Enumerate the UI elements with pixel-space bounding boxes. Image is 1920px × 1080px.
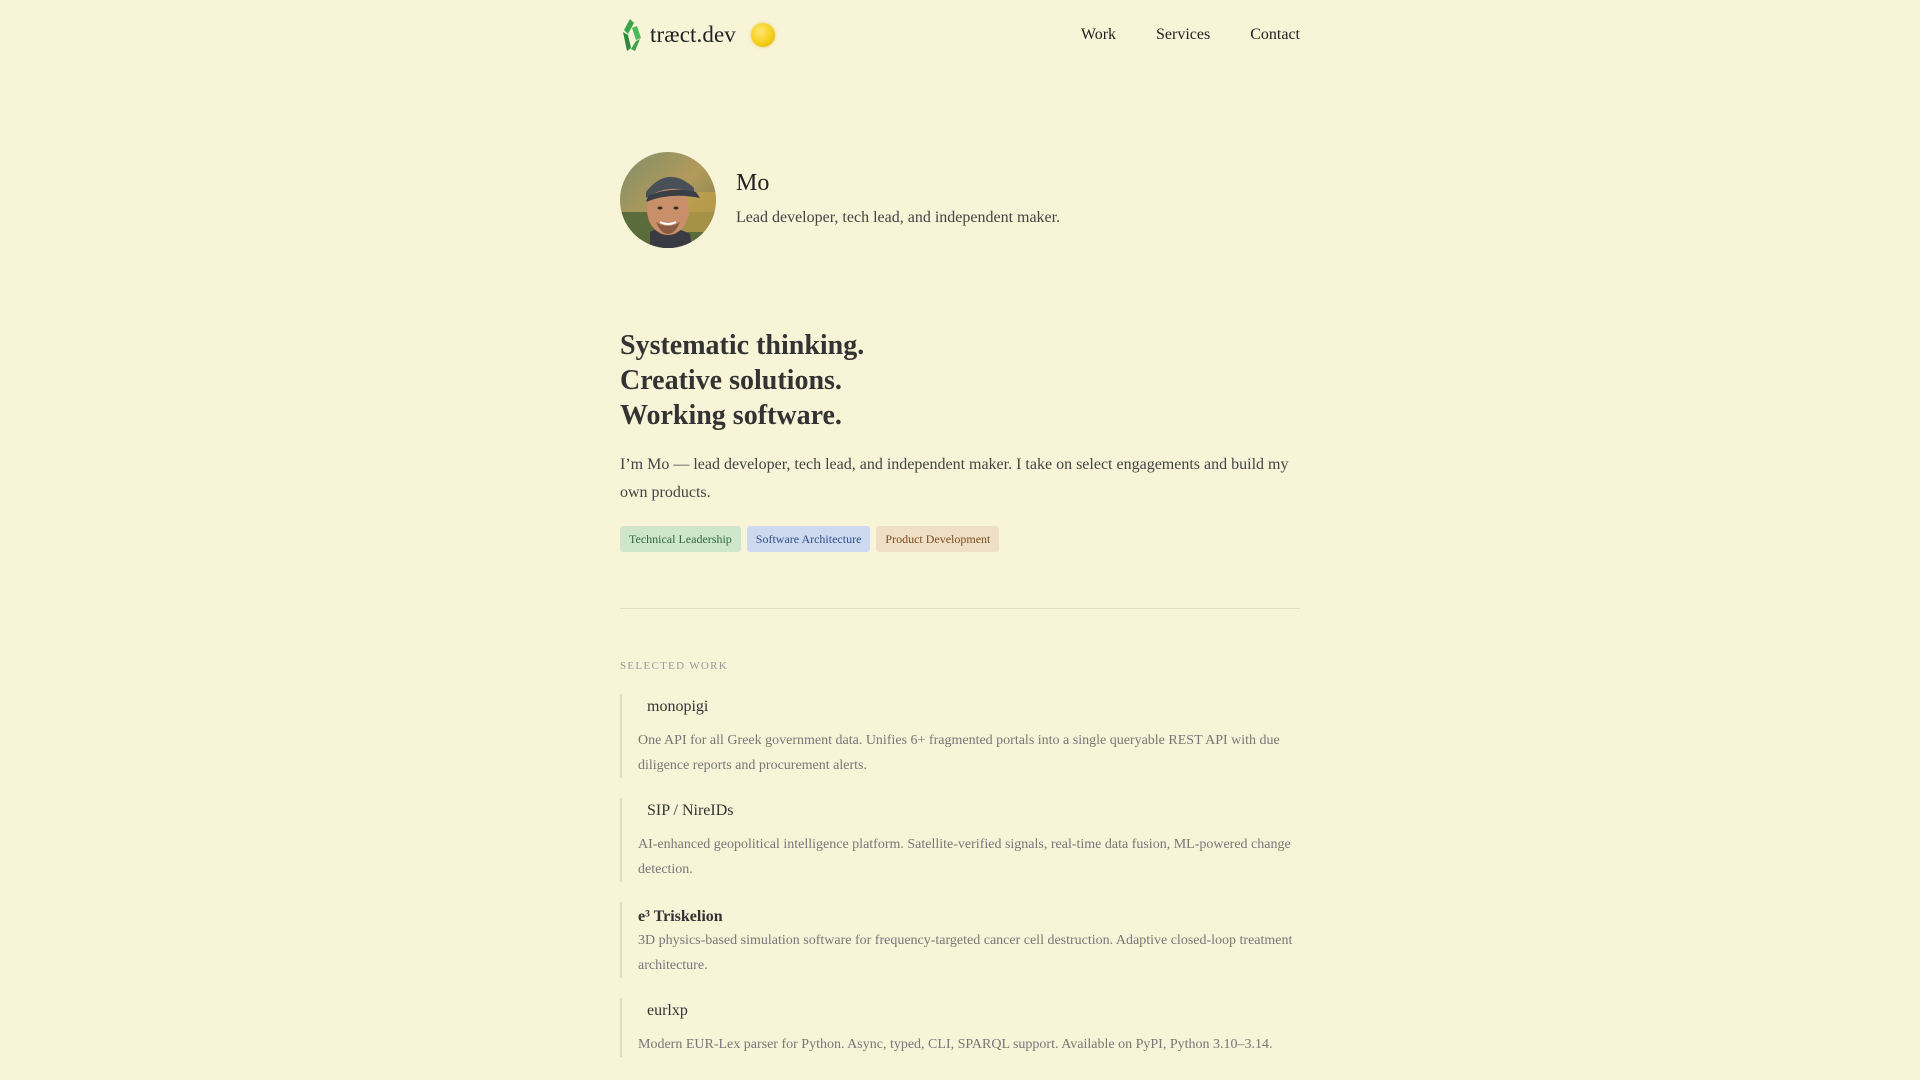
headline-line: Working software.: [620, 400, 842, 431]
avatar-photo: [620, 152, 716, 248]
tag-software-architecture: Software Architecture: [746, 526, 871, 552]
headline-line: Systematic thinking.: [620, 330, 865, 361]
profile-tagline: Lead developer, tech lead, and independe…: [736, 208, 1061, 226]
profile: Mo Lead developer, tech lead, and indepe…: [620, 152, 1300, 248]
work-title[interactable]: eurlxp: [638, 998, 1300, 1032]
work-item-sip-nireids[interactable]: SIP / NireIDs AI-enhanced geopolitical i…: [620, 798, 1300, 882]
theme-toggle-sun-icon[interactable]: [750, 23, 775, 47]
main-nav: Work Services Contact: [1041, 26, 1300, 44]
nav-contact[interactable]: Contact: [1250, 26, 1300, 44]
logo-icon: [623, 19, 641, 51]
site-header: træct.dev Work Services Contact: [620, 0, 1300, 71]
work-item-monopigi[interactable]: monopigi One API for all Greek governmen…: [620, 694, 1300, 778]
work-title[interactable]: SIP / NireIDs: [638, 798, 1300, 832]
headline-line: Creative solutions.: [620, 365, 842, 396]
brand-name: træct.dev: [650, 22, 736, 47]
brand-link[interactable]: træct.dev: [620, 18, 736, 52]
work-title[interactable]: monopigi: [638, 694, 1300, 728]
brand-group: træct.dev: [620, 18, 775, 52]
tag-technical-leadership: Technical Leadership: [620, 526, 741, 552]
work-title[interactable]: e³ Triskelion: [638, 902, 1300, 928]
skill-tags: Technical Leadership Software Architectu…: [620, 526, 1300, 552]
intro-text: I’m Mo — lead developer, tech lead, and …: [620, 456, 1289, 501]
divider: [620, 608, 1300, 609]
profile-name: Mo: [736, 169, 770, 196]
page: træct.dev Work Services Contact Mo Lead …: [620, 0, 1300, 1057]
tag-product-development: Product Development: [876, 526, 1000, 552]
nav-services[interactable]: Services: [1156, 26, 1210, 44]
work-item-triskelion[interactable]: e³ Triskelion 3D physics-based simulatio…: [620, 902, 1300, 978]
work-description: Modern EUR-Lex parser for Python. Async,…: [638, 1037, 1273, 1052]
work-description: AI-enhanced geopolitical intelligence pl…: [638, 837, 1291, 877]
work-description: One API for all Greek government data. U…: [638, 733, 1280, 773]
nav-work[interactable]: Work: [1081, 26, 1116, 44]
work-list: monopigi One API for all Greek governmen…: [620, 694, 1300, 1057]
work-description: 3D physics-based simulation software for…: [638, 933, 1293, 973]
avatar: [620, 152, 716, 248]
work-item-eurlxp[interactable]: eurlxp Modern EUR-Lex parser for Python.…: [620, 998, 1300, 1057]
profile-text: Mo Lead developer, tech lead, and indepe…: [736, 170, 1061, 227]
section-label-selected-work: SELECTED WORK: [620, 660, 729, 672]
hero-headline: Systematic thinking. Creative solutions.…: [620, 328, 1300, 433]
